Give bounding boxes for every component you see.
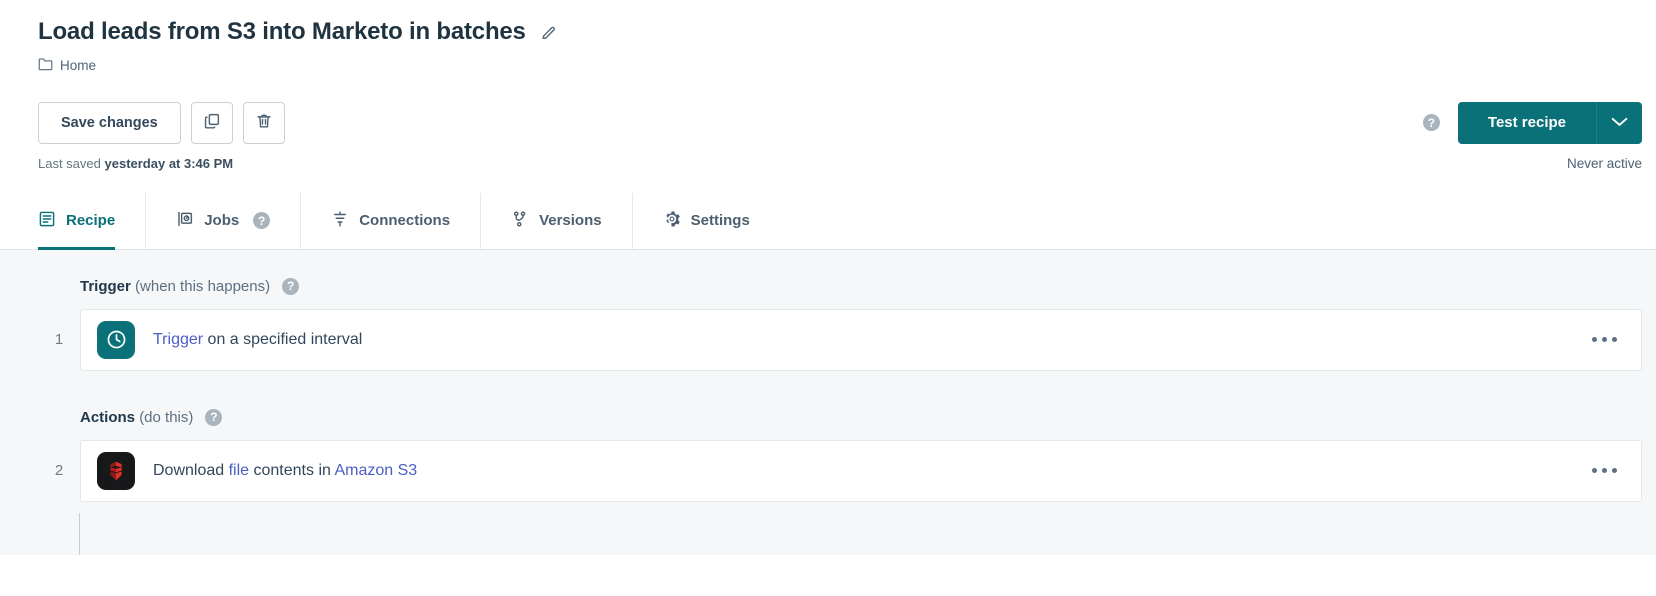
trigger-step-menu-button[interactable] [1586,327,1623,352]
tab-connections[interactable]: Connections [301,192,482,249]
page-title: Load leads from S3 into Marketo in batch… [38,18,526,45]
gear-icon [663,210,681,232]
tab-settings[interactable]: Settings [633,193,780,249]
action-step-lead: Download [153,461,229,479]
last-saved-time: yesterday at 3:46 PM [104,155,234,171]
actions-help-icon[interactable]: ? [205,408,223,426]
test-recipe-dropdown-button[interactable] [1596,101,1642,144]
amazon-s3-icon [97,451,135,490]
trigger-step-link[interactable]: Trigger [153,331,203,348]
last-saved-prefix: Last saved [38,155,105,171]
trigger-section-subtitle: (when this happens) [135,277,271,295]
folder-icon [38,57,53,74]
delete-button[interactable] [242,101,285,144]
breadcrumb-home-label: Home [60,57,97,73]
tab-recipe-label: Recipe [66,212,116,230]
last-saved-text: Last saved yesterday at 3:46 PM [38,156,233,171]
tab-bar: Recipe Jobs ? Connections Versions Setti… [0,192,1656,250]
tab-settings-label: Settings [690,212,750,230]
actions-section-header: Actions (do this) ? [80,408,1642,426]
jobs-icon [176,210,194,232]
recipe-canvas: Trigger (when this happens) ? 1 Trigger … [0,249,1656,555]
action-step-link-app[interactable]: Amazon S3 [334,462,417,479]
action-step-menu-button[interactable] [1586,458,1623,483]
trigger-section-header: Trigger (when this happens) ? [80,277,1642,295]
test-recipe-split-button: Test recipe [1457,101,1642,144]
ellipsis-dot [1592,337,1597,343]
toolbar: Save changes ? Test recipe [38,101,1656,144]
jobs-help-icon[interactable]: ? [253,212,271,230]
actions-section-title: Actions (do this) [80,409,193,426]
chevron-down-icon [1611,115,1628,130]
copy-icon [203,112,221,133]
actions-section-subtitle: (do this) [139,408,194,426]
action-step-link-file[interactable]: file [229,462,249,479]
trigger-step-card[interactable]: Trigger on a specified interval [80,308,1642,371]
trigger-step-rest: on a specified interval [203,330,363,348]
trigger-help-icon[interactable]: ? [282,277,300,295]
breadcrumb[interactable]: Home [38,57,1656,74]
tab-jobs[interactable]: Jobs ? [146,192,302,249]
tab-versions[interactable]: Versions [481,192,633,249]
step-connector-line [79,512,80,555]
action-step-mid: contents in [249,461,335,479]
test-recipe-help-icon[interactable]: ? [1422,114,1440,132]
trigger-step-row: 1 Trigger on a specified interval [38,308,1642,371]
tab-connections-label: Connections [359,212,451,230]
trash-icon [255,112,273,133]
clock-icon [97,320,135,359]
action-step-row: 2 Download file contents in Amazon S3 [38,439,1642,502]
git-branch-icon [511,210,529,232]
tab-recipe[interactable]: Recipe [38,192,147,250]
ellipsis-dot [1602,468,1607,474]
actions-section-name: Actions [80,408,136,426]
ellipsis-dot [1612,337,1617,343]
action-step-number: 2 [54,462,64,480]
recipe-editor-page: Load leads from S3 into Marketo in batch… [0,0,1656,596]
duplicate-button[interactable] [190,101,233,144]
tab-jobs-label: Jobs [204,212,240,230]
trigger-section-title: Trigger (when this happens) [80,278,270,295]
action-step-card[interactable]: Download file contents in Amazon S3 [80,439,1642,502]
title-row: Load leads from S3 into Marketo in batch… [38,18,1656,47]
save-changes-button[interactable]: Save changes [38,101,181,144]
toolbar-left-group: Save changes [38,101,285,144]
trigger-section-name: Trigger [80,277,131,295]
pencil-icon[interactable] [540,24,557,41]
activity-status: Never active [1566,155,1642,171]
page-header: Load leads from S3 into Marketo in batch… [0,0,1656,171]
status-row: Last saved yesterday at 3:46 PM Never ac… [38,156,1656,171]
ellipsis-dot [1592,468,1597,474]
ellipsis-dot [1612,468,1617,474]
ellipsis-dot [1602,337,1607,343]
toolbar-right-group: ? Test recipe [1422,101,1642,144]
action-step-text: Download file contents in Amazon S3 [153,462,417,480]
recipe-list-icon [38,210,56,232]
tab-versions-label: Versions [539,212,602,230]
trigger-step-text: Trigger on a specified interval [153,331,362,349]
trigger-step-number: 1 [54,331,64,349]
connections-icon [331,210,349,232]
test-recipe-button[interactable]: Test recipe [1457,101,1596,144]
